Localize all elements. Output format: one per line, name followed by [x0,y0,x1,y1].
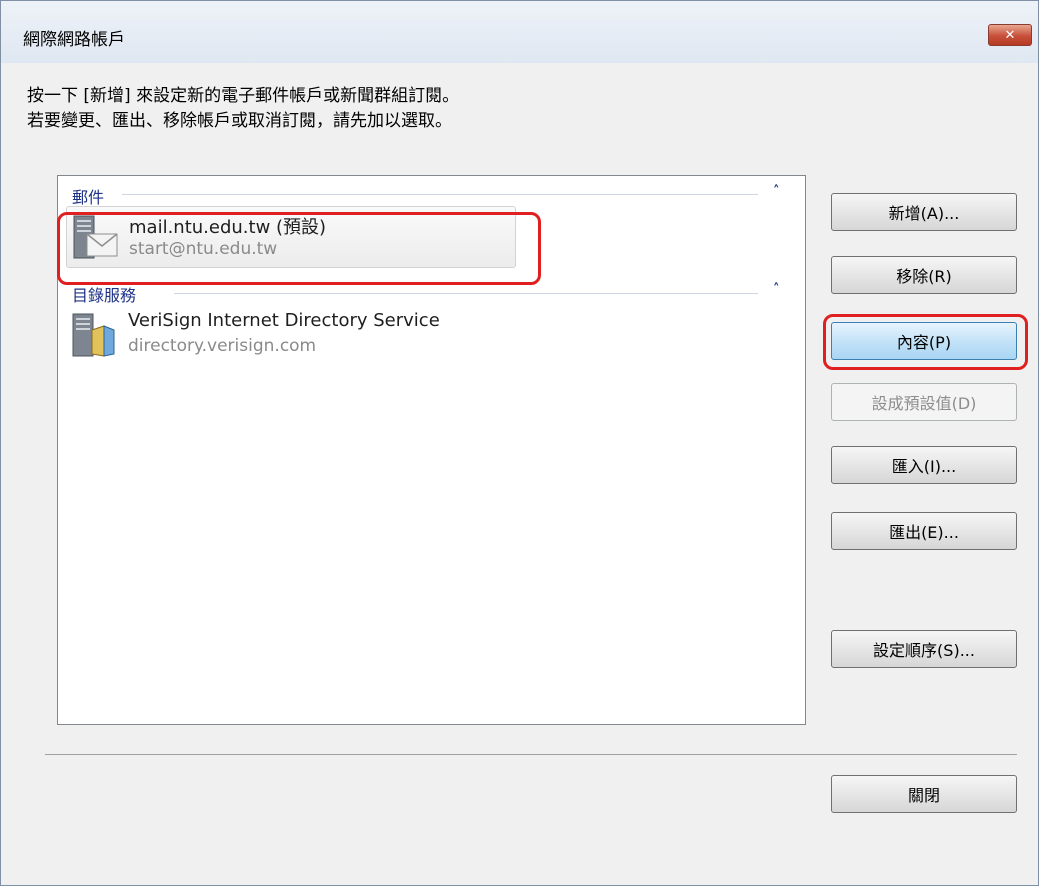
group-header-directory: 目錄服務 [72,286,137,305]
instruction-line-1: 按一下 [新增] 來設定新的電子郵件帳戶或新聞群組訂閱。 [27,86,460,106]
account-name: VeriSign Internet Directory Service [128,310,440,331]
dialog-body: 按一下 [新增] 來設定新的電子郵件帳戶或新聞群組訂閱。 若要變更、匯出、移除帳… [11,63,1038,873]
internet-accounts-dialog: 網際網路帳戶 ✕ 按一下 [新增] 來設定新的電子郵件帳戶或新聞群組訂閱。 若要… [0,0,1039,886]
title-bar: 網際網路帳戶 ✕ [1,1,1038,63]
add-button[interactable]: 新增(A)... [831,193,1017,231]
account-item-directory[interactable]: VeriSign Internet Directory Service dire… [66,306,766,366]
import-button[interactable]: 匯入(I)... [831,446,1017,484]
collapse-mail-group-icon[interactable]: ˄ [773,184,780,199]
group-header-mail: 郵件 [72,188,105,207]
collapse-directory-group-icon[interactable]: ˄ [773,282,780,297]
directory-server-icon [72,313,115,357]
group-divider [122,194,758,195]
close-window-button[interactable]: ✕ [988,24,1032,46]
close-button[interactable]: 關閉 [831,775,1017,813]
highlight-callout-properties-button [823,314,1028,370]
highlight-callout-mail-account [57,212,541,285]
set-default-button[interactable]: 設成預設值(D) [831,383,1017,421]
instruction-line-2: 若要變更、匯出、移除帳戶或取消訂閱，請先加以選取。 [27,111,452,131]
window-title: 網際網路帳戶 [23,30,125,50]
group-divider [174,293,758,294]
footer-separator [45,754,1017,755]
close-icon: ✕ [1004,27,1016,43]
remove-button[interactable]: 移除(R) [831,256,1017,294]
export-button[interactable]: 匯出(E)... [831,512,1017,550]
account-address: directory.verisign.com [128,336,317,356]
set-order-button[interactable]: 設定順序(S)... [831,630,1017,668]
